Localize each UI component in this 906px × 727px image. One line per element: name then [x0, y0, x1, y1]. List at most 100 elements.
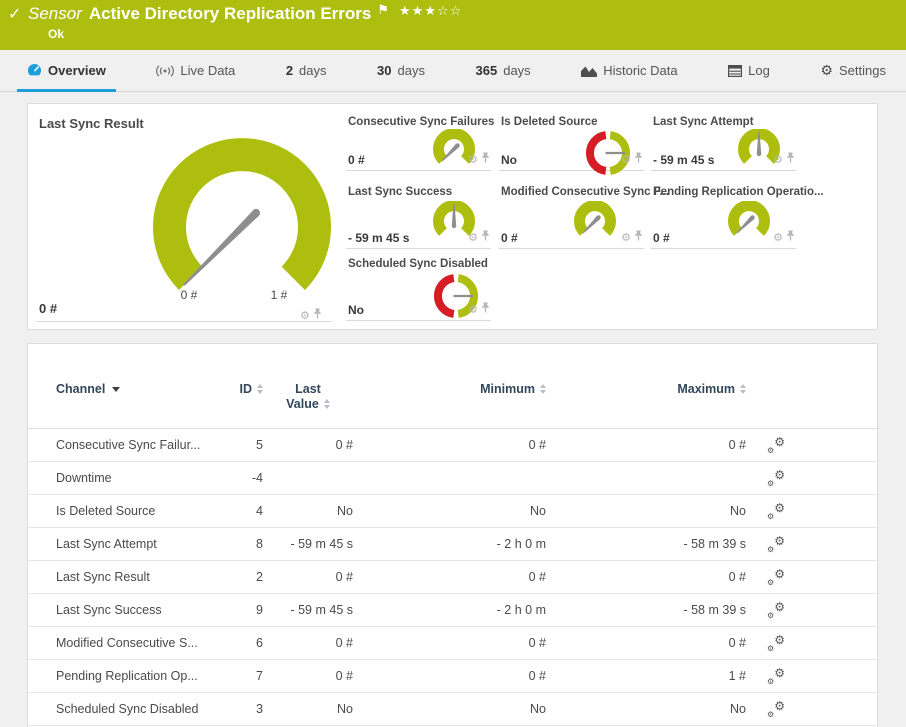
- tab-number: 365: [475, 63, 498, 78]
- log-list-icon: [728, 64, 743, 77]
- pin-icon[interactable]: [481, 300, 490, 318]
- mini-gauge: [728, 201, 770, 236]
- pin-icon[interactable]: [481, 150, 490, 168]
- column-label: Value: [286, 397, 319, 411]
- gauge-settings-gear-icon[interactable]: ⚙: [773, 154, 783, 165]
- gauge-settings-gear-icon[interactable]: ⚙: [621, 232, 631, 243]
- gauge-value: - 59 m 45 s: [653, 153, 715, 167]
- broadcast-icon: [156, 64, 175, 77]
- column-header-id[interactable]: ID: [231, 382, 263, 412]
- gauge-settings-gear-icon[interactable]: ⚙: [468, 232, 478, 243]
- channel-id: 8: [256, 537, 263, 551]
- column-header-last-value[interactable]: Last Value: [263, 382, 353, 412]
- channel-minimum: 0 #: [528, 669, 546, 683]
- channel-settings-gears-icon[interactable]: ⚙ ⚙: [767, 600, 785, 620]
- main-gauge-max-label: 1 #: [270, 288, 288, 302]
- channel-maximum: 1 #: [728, 669, 746, 683]
- status-badge: Ok: [48, 27, 65, 41]
- channel-maximum: No: [730, 504, 746, 518]
- pin-icon[interactable]: [786, 228, 795, 246]
- column-label: Channel: [56, 382, 106, 396]
- channel-settings-gears-icon[interactable]: ⚙ ⚙: [767, 435, 785, 455]
- channel-last-value: 0 #: [335, 438, 353, 452]
- channel-last-value: - 59 m 45 s: [290, 603, 353, 617]
- channel-maximum: 0 #: [728, 636, 746, 650]
- gauge-value: No: [501, 153, 517, 167]
- channel-last-value: No: [337, 702, 353, 716]
- channel-settings-gears-icon[interactable]: ⚙ ⚙: [767, 468, 785, 488]
- channel-minimum: No: [530, 504, 546, 518]
- table-row: Is Deleted Source 4 No No No ⚙ ⚙: [28, 495, 879, 528]
- tab-label: days: [503, 63, 531, 78]
- channel-settings-gears-icon[interactable]: ⚙ ⚙: [767, 666, 785, 686]
- gauge-value: 0 #: [501, 231, 518, 245]
- tab-number: 30: [377, 63, 392, 78]
- channel-settings-gears-icon[interactable]: ⚙ ⚙: [767, 501, 785, 521]
- pin-icon[interactable]: [634, 228, 643, 246]
- tab-2-days[interactable]: 2 days: [276, 50, 337, 91]
- main-gauge-title: Last Sync Result: [39, 116, 144, 131]
- gauge-cell-consecutive-sync-failures: Consecutive Sync Failures 0 # ⚙: [346, 112, 494, 171]
- page-title: Active Directory Replication Errors: [88, 4, 372, 23]
- channel-settings-gears-icon[interactable]: ⚙ ⚙: [767, 633, 785, 653]
- tab-live-data[interactable]: Live Data: [146, 50, 245, 91]
- channel-minimum: 0 #: [528, 570, 546, 584]
- channel-name: Last Sync Result: [56, 570, 150, 584]
- channel-minimum: 0 #: [528, 636, 546, 650]
- channels-table-panel: Channel ID Last Value Minimum Maximum Co…: [27, 343, 879, 727]
- channel-name: Consecutive Sync Failur...: [56, 438, 201, 452]
- pin-icon[interactable]: [786, 150, 795, 168]
- main-gauge-min-label: 0 #: [180, 288, 198, 302]
- gauge-cell-last-sync-success: Last Sync Success - 59 m 45 s ⚙: [346, 182, 491, 249]
- column-header-channel[interactable]: Channel: [56, 382, 231, 412]
- pin-icon[interactable]: [634, 150, 643, 168]
- gauge-title: Is Deleted Source: [501, 116, 598, 128]
- priority-stars[interactable]: ★★★☆☆: [399, 4, 462, 19]
- channel-settings-gears-icon[interactable]: ⚙ ⚙: [767, 699, 785, 719]
- channel-last-value: 0 #: [335, 636, 353, 650]
- table-header-row: Channel ID Last Value Minimum Maximum: [28, 382, 879, 412]
- column-label: Minimum: [480, 382, 535, 396]
- tab-log[interactable]: Log: [718, 50, 780, 91]
- sensor-kind-label: Sensor: [28, 4, 82, 23]
- gauge-settings-gear-icon[interactable]: ⚙: [468, 304, 478, 315]
- sort-arrows-icon: [323, 399, 330, 409]
- tab-overview[interactable]: Overview: [17, 50, 116, 92]
- channel-last-value: 0 #: [335, 669, 353, 683]
- gauge-settings-gear-icon[interactable]: ⚙: [468, 154, 478, 165]
- gauge-settings-gear-icon[interactable]: ⚙: [773, 232, 783, 243]
- channel-maximum: - 58 m 39 s: [683, 537, 746, 551]
- table-row: Last Sync Success 9 - 59 m 45 s - 2 h 0 m - …: [28, 594, 879, 627]
- table-row: Scheduled Sync Disabled 3 No No No ⚙ ⚙: [28, 693, 879, 726]
- channel-id: 9: [256, 603, 263, 617]
- gauge-settings-gear-icon[interactable]: ⚙: [300, 310, 310, 321]
- channel-name: Last Sync Attempt: [56, 537, 157, 551]
- gauge-title: Last Sync Attempt: [653, 116, 754, 128]
- column-header-maximum[interactable]: Maximum: [546, 382, 746, 412]
- channel-settings-gears-icon[interactable]: ⚙ ⚙: [767, 534, 785, 554]
- gauge-settings-gear-icon[interactable]: ⚙: [621, 154, 631, 165]
- tab-historic-data[interactable]: Historic Data: [571, 50, 687, 91]
- tab-label: Live Data: [180, 63, 236, 78]
- tab-settings[interactable]: ⚙ Settings: [810, 50, 896, 91]
- tab-30-days[interactable]: 30 days: [367, 50, 435, 91]
- pin-icon[interactable]: [481, 228, 490, 246]
- mini-gauge: [574, 201, 616, 236]
- column-header-minimum[interactable]: Minimum: [353, 382, 546, 412]
- favorite-flag-icon[interactable]: ⚑: [377, 3, 389, 18]
- gauges-panel: Last Sync Result 0 # 1 # 0 # ⚙ Consecuti…: [27, 103, 878, 330]
- channel-id: 5: [256, 438, 263, 452]
- table-row: Consecutive Sync Failur... 5 0 # 0 # 0 # ⚙ ⚙: [28, 429, 879, 462]
- channel-settings-gears-icon[interactable]: ⚙ ⚙: [767, 567, 785, 587]
- channel-name: Downtime: [56, 471, 112, 485]
- table-row: Last Sync Result 2 0 # 0 # 0 # ⚙ ⚙: [28, 561, 879, 594]
- channel-id: 4: [256, 504, 263, 518]
- channel-maximum: 0 #: [728, 570, 746, 584]
- channel-maximum: No: [730, 702, 746, 716]
- table-row: Pending Replication Op... 7 0 # 0 # 1 # ⚙ ⚙: [28, 660, 879, 693]
- channel-id: 2: [256, 570, 263, 584]
- tab-365-days[interactable]: 365 days: [466, 50, 541, 91]
- gauge-value: 0 #: [348, 153, 365, 167]
- channel-last-value: No: [337, 504, 353, 518]
- channel-last-value: - 59 m 45 s: [290, 537, 353, 551]
